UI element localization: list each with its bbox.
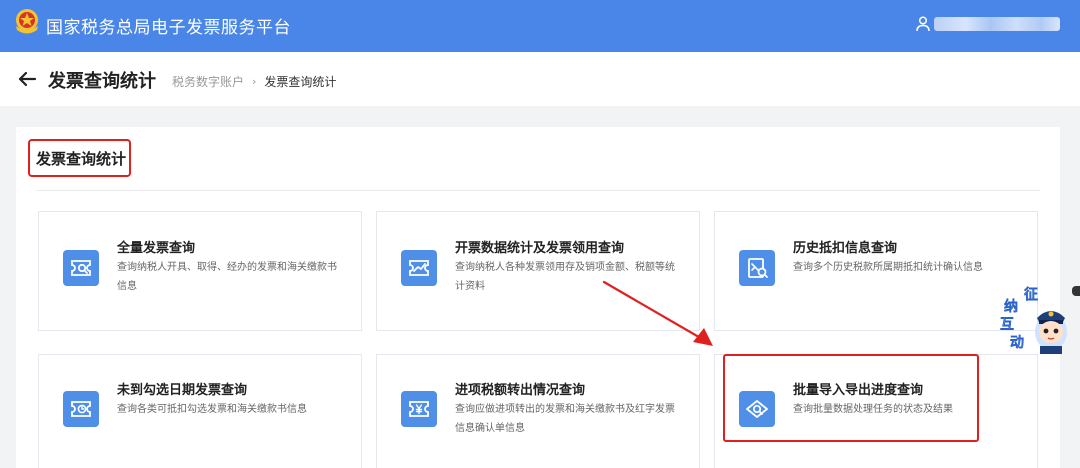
card-description: 查询应做进项转出的发票和海关缴款书及红字发票信息确认单信息 [455,404,675,434]
page-header: 发票查询统计 税务数字账户 › 发票查询统计 [0,52,1080,106]
card-description: 查询纳税人开具、取得、经办的发票和海关缴款书信息 [117,262,337,292]
page-title: 发票查询统计 [48,71,156,92]
user-icon[interactable] [916,16,930,32]
chart-line-icon [401,250,437,286]
history-search-icon [739,250,775,286]
card-title: 历史抵扣信息查询 [793,241,898,256]
tax-emblem-icon [16,9,38,34]
breadcrumb: 税务数字账户 › 发票查询统计 [172,73,336,90]
divider [36,190,1040,191]
mascot-char: 征 [1024,287,1038,303]
annotation-box [28,139,131,177]
mascot-char: 互 [1000,317,1014,333]
annotation-box [723,354,979,442]
breadcrumb-item-account[interactable]: 税务数字账户 [172,73,244,90]
app-title: 国家税务总局电子发票服务平台 [46,18,291,38]
card-title: 开票数据统计及发票领用查询 [455,241,625,256]
card-pending-selection-query[interactable]: 未到勾选日期发票查询 查询各类可抵扣勾选发票和海关缴款书信息 [38,354,362,468]
breadcrumb-item-current: 发票查询统计 [264,75,337,89]
back-arrow-icon[interactable] [16,68,38,90]
card-history-deduction[interactable]: 历史抵扣信息查询 查询多个历史税款所属期抵扣统计确认信息 [714,211,1038,331]
card-input-tax-transfer[interactable]: 进项税额转出情况查询 查询应做进项转出的发票和海关缴款书及红字发票信息确认单信息 [376,354,700,468]
user-name-redacted[interactable] [934,17,1060,31]
officer-mascot-icon [1035,311,1067,354]
card-full-invoice-query[interactable]: 全量发票查询 查询纳税人开具、取得、经办的发票和海关缴款书信息 [38,211,362,331]
yen-ticket-icon [401,391,437,427]
invoice-search-icon [63,250,99,286]
top-bar: 国家税务总局电子发票服务平台 [0,0,1080,52]
annotation-arrow [602,280,713,346]
chevron-right-icon: › [252,75,257,88]
card-title: 进项税额转出情况查询 [455,383,586,398]
card-description: 查询各类可抵扣勾选发票和海关缴款书信息 [117,404,307,415]
mascot-char: 纳 [1004,299,1018,315]
scrollbar-handle[interactable] [1072,286,1080,296]
card-description: 查询多个历史税款所属期抵扣统计确认信息 [793,262,983,273]
clock-ticket-icon [63,391,99,427]
service-mascot-widget[interactable]: 征 纳 互 动 [1000,282,1076,356]
card-title: 全量发票查询 [117,241,196,256]
mascot-char: 动 [1010,335,1024,351]
card-title: 未到勾选日期发票查询 [117,383,248,398]
